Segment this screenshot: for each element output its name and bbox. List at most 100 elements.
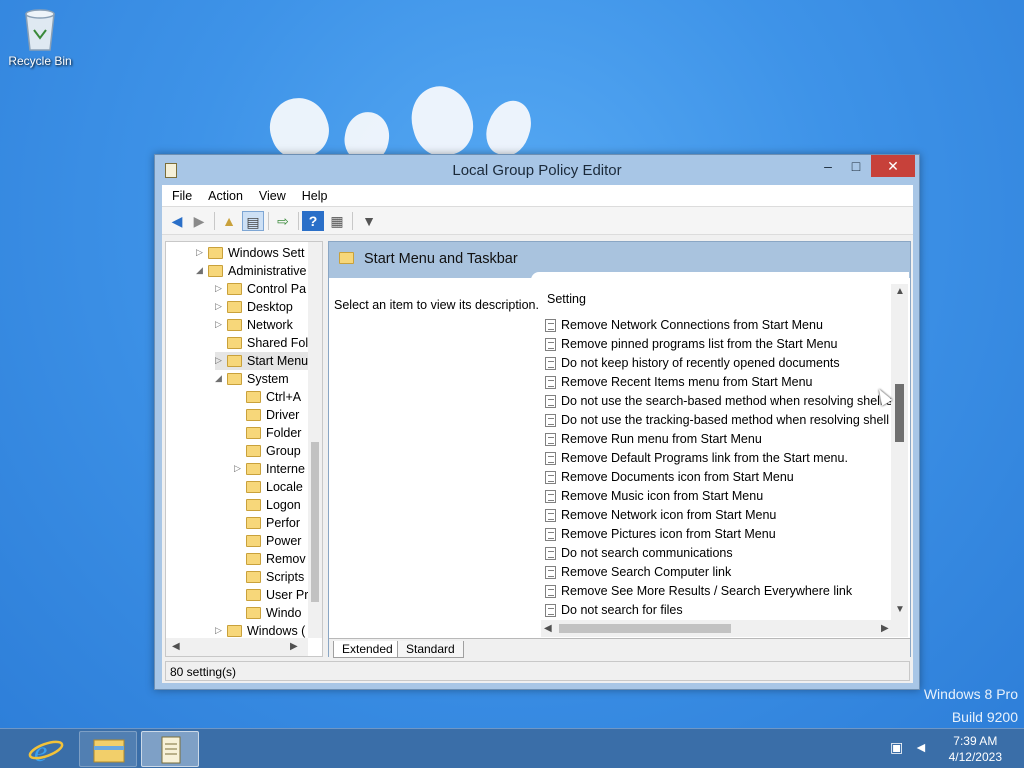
menu-file[interactable]: File (162, 185, 198, 203)
setting-label: Remove Pictures icon from Start Menu (561, 527, 776, 541)
policy-setting-icon (545, 452, 556, 465)
volume-muted-icon[interactable]: ◄ (914, 739, 928, 755)
setting-count: 80 setting(s) (170, 665, 237, 679)
show-hide-tree-icon[interactable]: ▤ (242, 211, 264, 231)
tree-node-label: Scripts (266, 570, 305, 584)
policy-setting-icon (545, 376, 556, 389)
folder-icon (246, 517, 261, 529)
setting-label: Remove Default Programs link from the St… (561, 451, 848, 465)
tree-horizontal-scrollbar[interactable]: ◀ ▶ (166, 638, 308, 656)
tree-node-label: Windo (266, 606, 302, 620)
collapsed-arrow-icon[interactable]: ▷ (215, 319, 225, 330)
collapsed-arrow-icon[interactable]: ▷ (215, 283, 225, 294)
tree-node-label: Group (266, 444, 301, 458)
tree-node[interactable]: ▷ Windows Sett (196, 244, 322, 262)
maximize-button[interactable]: □ (843, 155, 869, 177)
expanded-arrow-icon[interactable]: ◢ (215, 373, 225, 384)
settings-vertical-scrollbar[interactable]: ▲ ▼ (891, 284, 908, 620)
settings-hscroll-thumb[interactable] (559, 624, 731, 633)
policy-setting-icon (545, 433, 556, 446)
tab-extended[interactable]: Extended (333, 641, 402, 658)
clock-date: 4/12/2023 (948, 750, 1002, 764)
settings-scroll-thumb[interactable] (895, 384, 904, 442)
taskbar: e ▣ ◄ 7:39 AM 4/12/2023 (0, 728, 1024, 768)
tree-node[interactable]: Shared Fol (215, 334, 322, 352)
policy-setting-icon (545, 338, 556, 351)
recycle-bin-shortcut[interactable]: Recycle Bin (4, 4, 76, 68)
toolbar-separator (298, 212, 299, 230)
window-client-area: File Action View Help ◀ ▶ ▲ ▤ ⇨ ? ▦ ▼ ▷ Wind… (162, 185, 913, 683)
folder-icon (246, 607, 261, 619)
scroll-left-icon[interactable]: ◀ (172, 641, 180, 652)
toolbar-separator (268, 212, 269, 230)
minimize-button[interactable]: – (815, 155, 841, 177)
collapsed-arrow-icon[interactable]: ▷ (234, 463, 244, 474)
title-bar[interactable]: Local Group Policy Editor – □ ✕ (155, 155, 919, 185)
policy-setting-icon (545, 490, 556, 503)
menu-view[interactable]: View (249, 185, 292, 203)
setting-column-header[interactable]: Setting (547, 292, 586, 306)
collapsed-arrow-icon[interactable]: ▷ (196, 247, 206, 258)
folder-icon (246, 463, 261, 475)
tree-node[interactable]: ◢ Administrative (196, 262, 322, 280)
group-policy-taskbar-button[interactable] (141, 731, 199, 767)
menu-help[interactable]: Help (292, 185, 334, 203)
folder-icon (227, 319, 242, 331)
policy-setting-icon (545, 471, 556, 484)
group-policy-editor-window: Local Group Policy Editor – □ ✕ File Acti… (154, 154, 920, 690)
windows-build-watermark: Build 9200 (951, 709, 1018, 725)
tree-node[interactable]: ▷ Desktop (215, 298, 322, 316)
window-title: Local Group Policy Editor (452, 162, 622, 179)
tree-node-label: Windows Sett (228, 246, 305, 260)
tree-vertical-scrollbar[interactable] (308, 242, 322, 638)
scroll-right-icon[interactable]: ▶ (881, 623, 889, 634)
file-explorer-button[interactable] (79, 731, 137, 767)
clock[interactable]: 7:39 AM 4/12/2023 (949, 733, 1002, 765)
scroll-left-icon[interactable]: ◀ (544, 623, 552, 634)
tree-node[interactable]: ▷ Start Menu (215, 352, 322, 370)
collapsed-arrow-icon[interactable]: ▷ (215, 625, 225, 636)
tab-standard[interactable]: Standard (397, 641, 464, 658)
expanded-arrow-icon[interactable]: ◢ (196, 265, 206, 276)
tree-scroll-thumb[interactable] (311, 442, 319, 602)
tree-node-label: Driver (266, 408, 300, 422)
forward-arrow-icon[interactable]: ▶ (188, 211, 210, 231)
scroll-down-icon[interactable]: ▼ (895, 604, 905, 615)
close-button[interactable]: ✕ (871, 155, 915, 177)
up-folder-icon[interactable]: ▲ (218, 211, 240, 231)
tree-node-label: Start Menu (247, 354, 309, 368)
network-status-icon[interactable]: ▣ (890, 739, 903, 756)
policy-document-icon (161, 736, 181, 764)
folder-icon (246, 445, 261, 457)
tree-node[interactable]: ▷ Control Pa (215, 280, 322, 298)
tree-node-label: Administrative (228, 264, 307, 278)
policy-setting-icon (545, 528, 556, 541)
tree-node-label: Network (247, 318, 293, 332)
collapsed-arrow-icon[interactable]: ▷ (215, 355, 225, 366)
policy-setting-icon (545, 414, 556, 427)
help-icon[interactable]: ? (302, 211, 324, 231)
folder-icon (246, 499, 261, 511)
setting-label: Remove Network Connections from Start Me… (561, 318, 823, 332)
wallpaper-petal (403, 79, 481, 163)
tree-node[interactable]: ◢ System (215, 370, 322, 388)
folder-icon (227, 337, 242, 349)
settings-horizontal-scrollbar[interactable]: ◀ ▶ (541, 620, 908, 637)
setting-label: Do not search for files (561, 603, 683, 617)
tree-node-label: Folder (266, 426, 302, 440)
scroll-right-icon[interactable]: ▶ (290, 641, 298, 652)
tree-node[interactable]: ▷ Network (215, 316, 322, 334)
export-list-icon[interactable]: ⇨ (272, 211, 294, 231)
menu-action[interactable]: Action (198, 185, 249, 203)
tree-node-label: Locale (266, 480, 303, 494)
properties-icon[interactable]: ▦ (326, 211, 348, 231)
details-title: Start Menu and Taskbar (364, 251, 518, 267)
back-arrow-icon[interactable]: ◀ (166, 211, 188, 231)
internet-explorer-button[interactable]: e (16, 731, 74, 768)
scroll-up-icon[interactable]: ▲ (895, 286, 905, 297)
tree-node-label: Ctrl+A (266, 390, 302, 404)
filter-icon[interactable]: ▼ (358, 211, 380, 231)
collapsed-arrow-icon[interactable]: ▷ (215, 301, 225, 312)
folder-icon (246, 535, 261, 547)
menu-bar: File Action View Help (162, 185, 913, 207)
